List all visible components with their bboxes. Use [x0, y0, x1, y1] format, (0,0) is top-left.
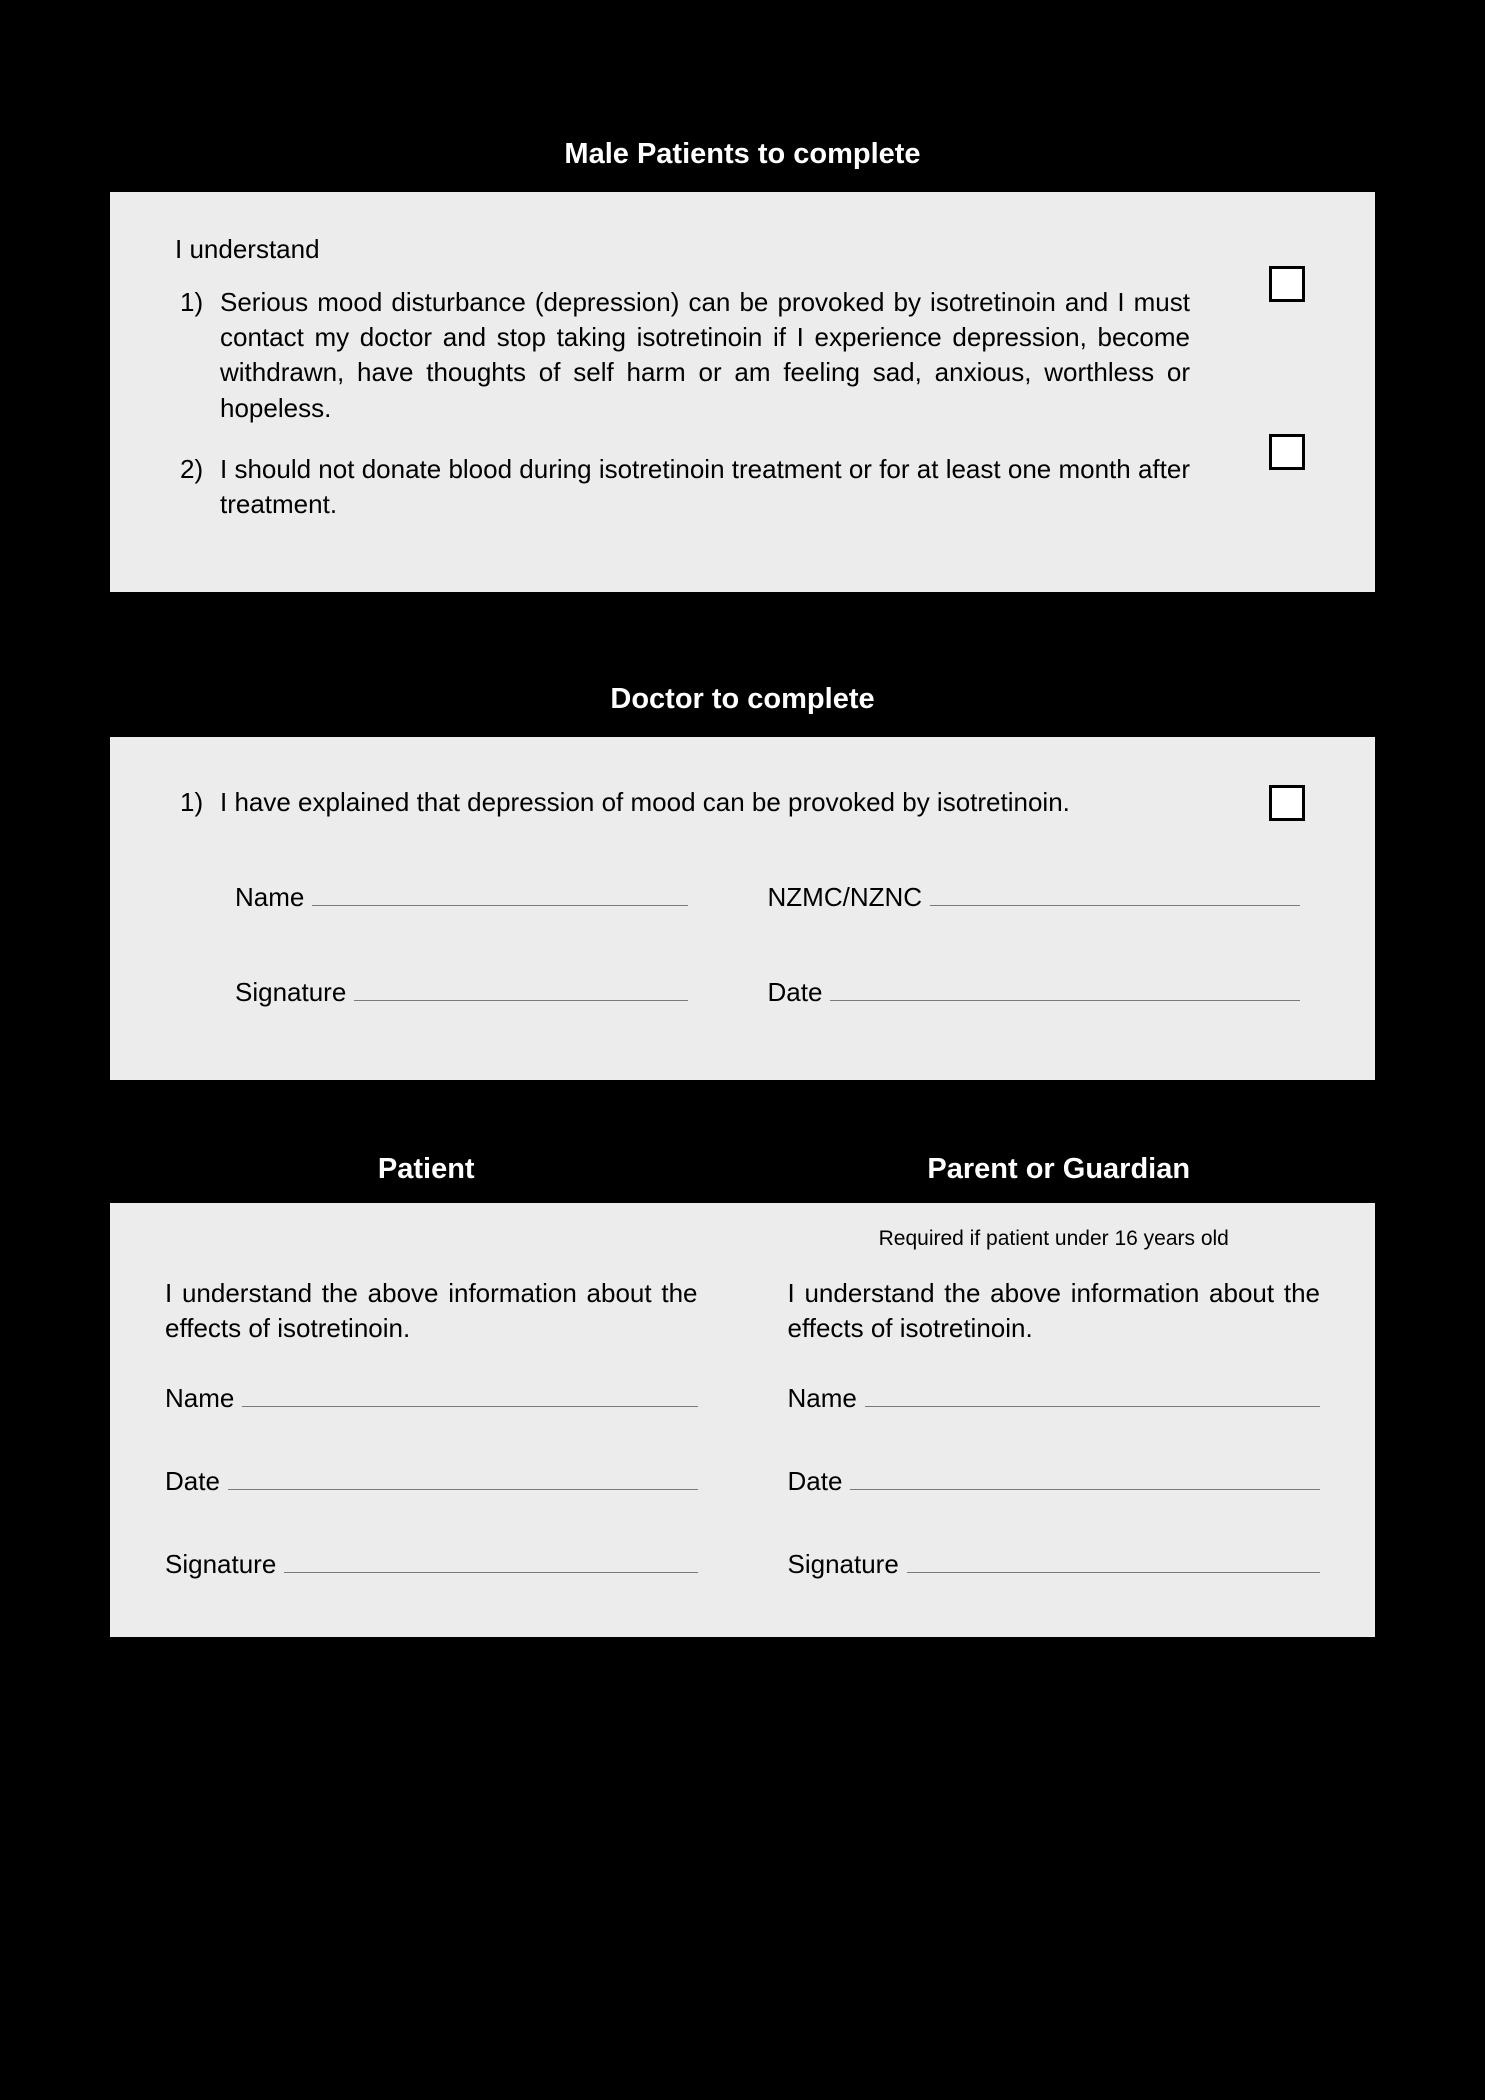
item-number: 2) [165, 452, 220, 522]
patient-name-field[interactable]: Name [165, 1381, 698, 1416]
sign-panel: I understand the above information about… [110, 1203, 1375, 1637]
doctor-nzmc-field[interactable]: NZMC/NZNC [768, 880, 1301, 915]
field-label: Name [165, 1381, 234, 1416]
field-label: Signature [788, 1547, 899, 1582]
field-rule [865, 1384, 1320, 1407]
field-rule [242, 1384, 697, 1407]
form-page: Male Patients to complete I understand 1… [110, 135, 1375, 1637]
item-text: I have explained that depression of mood… [220, 785, 1320, 820]
guardian-column: Required if patient under 16 years old I… [788, 1225, 1321, 1582]
field-label: Name [235, 880, 304, 915]
male-section-header: Male Patients to complete [110, 135, 1375, 192]
guardian-signature-field[interactable]: Signature [788, 1547, 1321, 1582]
field-rule [830, 978, 1300, 1001]
field-label: NZMC/NZNC [768, 880, 923, 915]
doctor-signature-field[interactable]: Signature [235, 975, 768, 1010]
field-rule [930, 883, 1300, 906]
field-rule [907, 1550, 1320, 1573]
guardian-understand: I understand the above information about… [788, 1276, 1321, 1346]
field-rule [312, 883, 687, 906]
patient-understand: I understand the above information about… [165, 1276, 698, 1346]
field-label: Name [788, 1381, 857, 1416]
guardian-header: Parent or Guardian [743, 1150, 1376, 1189]
field-label: Signature [235, 975, 346, 1010]
patient-subnote [165, 1225, 698, 1253]
male-item-2: 2) I should not donate blood during isot… [165, 452, 1320, 522]
male-intro: I understand [175, 232, 1320, 267]
patient-signature-field[interactable]: Signature [165, 1547, 698, 1582]
doctor-panel: 1) I have explained that depression of m… [110, 737, 1375, 1080]
field-label: Date [788, 1464, 843, 1499]
sign-section-header: Patient Parent or Guardian [110, 1080, 1375, 1203]
field-rule [228, 1467, 698, 1490]
item-number: 1) [165, 285, 220, 425]
doctor-section-header: Doctor to complete [110, 680, 1375, 737]
doctor-item-1-checkbox[interactable] [1269, 785, 1305, 821]
patient-header: Patient [110, 1150, 743, 1189]
field-label: Date [165, 1464, 220, 1499]
item-text: I should not donate blood during isotret… [220, 452, 1320, 522]
item-text: Serious mood disturbance (depression) ca… [220, 285, 1320, 425]
patient-date-field[interactable]: Date [165, 1464, 698, 1499]
field-rule [354, 978, 687, 1001]
male-panel: I understand 1) Serious mood disturbance… [110, 192, 1375, 592]
doctor-item-1: 1) I have explained that depression of m… [165, 785, 1320, 820]
guardian-name-field[interactable]: Name [788, 1381, 1321, 1416]
field-label: Signature [165, 1547, 276, 1582]
item-number: 1) [165, 785, 220, 820]
doctor-date-field[interactable]: Date [768, 975, 1301, 1010]
guardian-subnote: Required if patient under 16 years old [788, 1225, 1321, 1253]
male-item-1-checkbox[interactable] [1269, 266, 1305, 302]
guardian-date-field[interactable]: Date [788, 1464, 1321, 1499]
doctor-name-field[interactable]: Name [235, 880, 768, 915]
field-label: Date [768, 975, 823, 1010]
male-item-2-checkbox[interactable] [1269, 434, 1305, 470]
male-item-1: 1) Serious mood disturbance (depression)… [165, 285, 1320, 425]
patient-column: I understand the above information about… [165, 1225, 698, 1582]
field-rule [850, 1467, 1320, 1490]
field-rule [284, 1550, 697, 1573]
